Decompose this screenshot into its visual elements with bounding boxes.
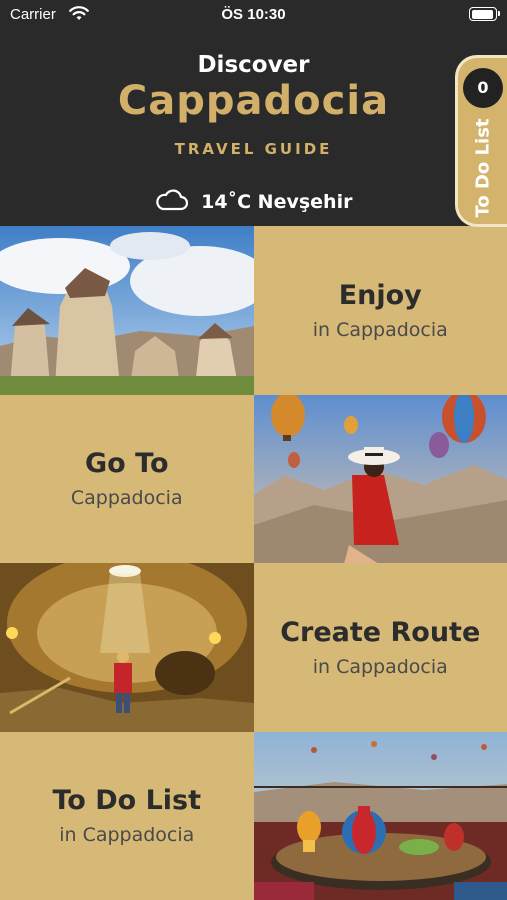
brand-discover: Discover: [197, 52, 310, 78]
menu-item-subtitle: in Cappadocia: [59, 824, 195, 847]
menu-item-subtitle: in Cappadocia: [312, 655, 448, 678]
menu-item-create-route[interactable]: Create Route in Cappadocia: [253, 563, 507, 732]
status-time: ÖS 10:30: [221, 6, 286, 23]
status-bar: Carrier ÖS 10:30: [0, 0, 507, 30]
cloud-icon: [155, 188, 189, 217]
menu-grid: Enjoy in Cappadocia Go To Cappadocia Cre…: [0, 226, 507, 900]
app-header: Discover Cappadocia TRAVEL GUIDE 14˚C Ne…: [0, 30, 507, 226]
todo-tab-label-wrap: To Do List: [460, 118, 506, 218]
todo-tab-label: To Do List: [472, 118, 494, 218]
menu-item-enjoy[interactable]: Enjoy in Cappadocia: [253, 226, 507, 395]
fairy-chimneys-image: [0, 226, 254, 395]
menu-item-subtitle: in Cappadocia: [312, 318, 448, 341]
menu-item-go-to[interactable]: Go To Cappadocia: [0, 394, 254, 563]
weather-widget: 14˚C Nevşehir: [0, 188, 507, 217]
underground-city-image: [0, 563, 254, 732]
menu-item-to-do-list[interactable]: To Do List in Cappadocia: [0, 731, 254, 900]
todo-list-tab[interactable]: 0 To Do List: [455, 55, 507, 227]
weather-text: 14˚C Nevşehir: [201, 191, 353, 213]
menu-item-subtitle: Cappadocia: [70, 487, 183, 510]
terrace-breakfast-image: [253, 731, 507, 900]
menu-item-title: Create Route: [280, 616, 481, 648]
menu-item-title: Enjoy: [338, 279, 422, 311]
menu-item-title: To Do List: [52, 785, 202, 817]
brand-subtitle: TRAVEL GUIDE: [174, 140, 333, 158]
battery-icon: [469, 7, 500, 21]
brand-name: Cappadocia: [117, 78, 390, 124]
todo-count-badge: 0: [463, 68, 503, 108]
balloons-image: [253, 394, 507, 563]
menu-item-title: Go To: [85, 448, 169, 480]
